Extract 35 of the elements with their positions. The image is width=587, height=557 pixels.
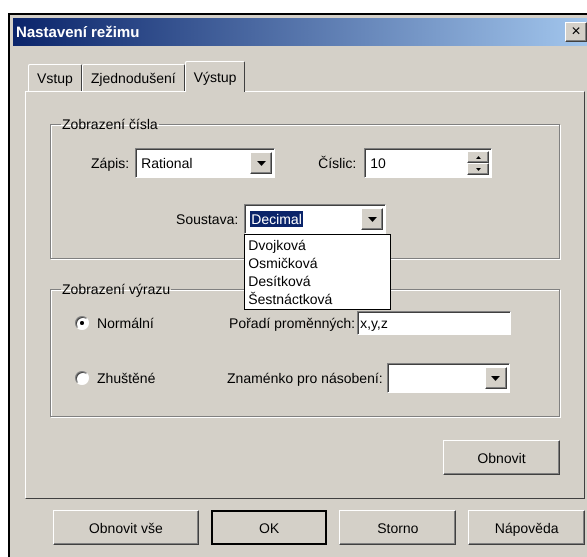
variable-order-field[interactable]: x,y,z [357, 311, 512, 335]
dialog-button[interactable]: OK [210, 510, 328, 545]
radio-button[interactable] [75, 316, 89, 330]
dialog-button[interactable]: Nápověda [468, 510, 585, 545]
field-label: Soustava: [176, 211, 238, 227]
radio-option[interactable]: Normální [75, 315, 215, 331]
dialog-button[interactable]: Storno [339, 510, 456, 545]
multiplication-dropdown[interactable] [386, 363, 510, 393]
caret-icon [256, 160, 266, 166]
dropdown-option[interactable]: Desítková [245, 272, 390, 290]
field-label: Zápis: [91, 155, 130, 171]
up-arrow-icon [476, 156, 481, 158]
tab[interactable]: Výstup [184, 61, 246, 92]
reset-button[interactable]: Obnovit [443, 440, 560, 475]
caret-icon [368, 216, 377, 222]
base-dropdown[interactable]: Decimal [244, 204, 386, 234]
field-label: Číslic: [318, 155, 356, 171]
close-button[interactable]: × [565, 22, 587, 42]
field-label: Znaménko pro násobení: [227, 370, 383, 386]
window-title: Nastavení režimu [16, 24, 140, 40]
notation-dropdown[interactable]: Rational [135, 148, 276, 178]
dropdown-option[interactable]: Šestnáctková [245, 290, 390, 308]
digits-spinbox[interactable]: 10 [364, 148, 492, 178]
field-label: Pořadí proměnných: [229, 315, 356, 331]
radio-button[interactable] [75, 371, 89, 385]
dropdown-option[interactable]: Osmičková [245, 254, 390, 272]
tab[interactable]: Zjednodušení [82, 64, 185, 91]
caret-icon [491, 376, 500, 380]
radio-option[interactable]: Zhuštěné [75, 370, 215, 386]
group-title: Zobrazení výrazu [61, 281, 172, 297]
dropdown-option[interactable]: Dvojková [245, 236, 390, 254]
group-title: Zobrazení čísla [61, 116, 159, 132]
down-arrow-icon [476, 168, 481, 170]
dialog-button[interactable]: Obnovit vše [53, 510, 199, 545]
tab[interactable]: Vstup [28, 64, 82, 91]
